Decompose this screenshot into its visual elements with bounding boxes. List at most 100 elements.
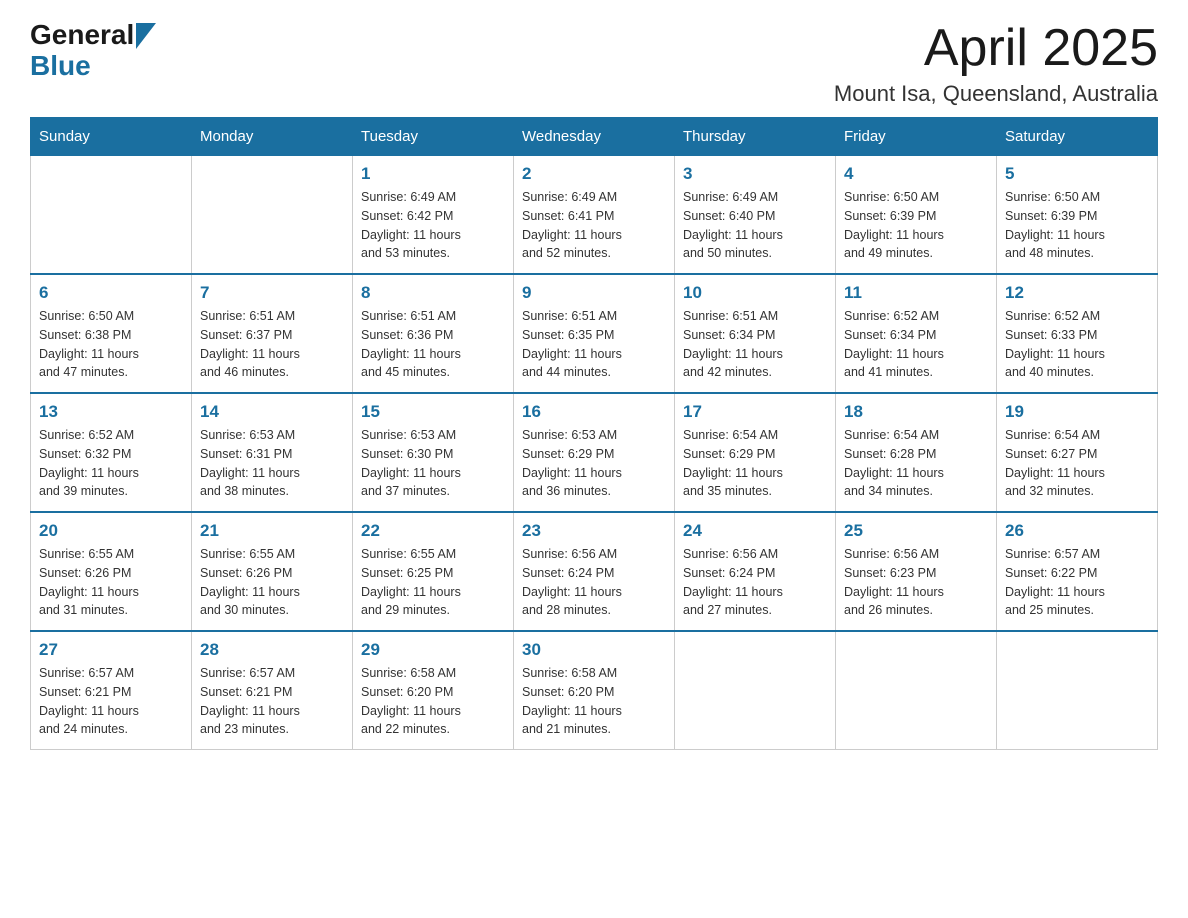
- calendar-table: SundayMondayTuesdayWednesdayThursdayFrid…: [30, 117, 1158, 750]
- day-number: 25: [844, 521, 988, 541]
- calendar-cell: 14 Sunrise: 6:53 AMSunset: 6:31 PMDayligh…: [192, 393, 353, 512]
- day-number: 27: [39, 640, 183, 660]
- day-info: Sunrise: 6:56 AMSunset: 6:24 PMDaylight:…: [683, 545, 827, 620]
- day-number: 30: [522, 640, 666, 660]
- day-info: Sunrise: 6:53 AMSunset: 6:31 PMDaylight:…: [200, 426, 344, 501]
- day-number: 23: [522, 521, 666, 541]
- calendar-cell: 8Sunrise: 6:51 AMSunset: 6:36 PMDaylight…: [353, 274, 514, 393]
- calendar-week-row: 13Sunrise: 6:52 AMSunset: 6:32 PMDayligh…: [31, 393, 1158, 512]
- day-number: 6: [39, 283, 183, 303]
- calendar-cell: 10 Sunrise: 6:51 AMSunset: 6:34 PMDayligh…: [675, 274, 836, 393]
- month-title: April 2025: [834, 20, 1158, 77]
- calendar-cell: 7 Sunrise: 6:51 AMSunset: 6:37 PMDaylight…: [192, 274, 353, 393]
- calendar-cell: 25 Sunrise: 6:56 AMSunset: 6:23 PMDayligh…: [836, 512, 997, 631]
- calendar-header-saturday: Saturday: [997, 118, 1158, 156]
- calendar-header-wednesday: Wednesday: [514, 118, 675, 156]
- calendar-cell: 5Sunrise: 6:50 AMSunset: 6:39 PMDaylight…: [997, 156, 1158, 275]
- day-number: 17: [683, 402, 827, 422]
- calendar-header-tuesday: Tuesday: [353, 118, 514, 156]
- day-info: Sunrise: 6:49 AMSunset: 6:41 PMDaylight:…: [522, 188, 666, 263]
- day-number: 4: [844, 164, 988, 184]
- day-info: Sunrise: 6:50 AMSunset: 6:39 PMDaylight:…: [844, 188, 988, 263]
- day-number: 2: [522, 164, 666, 184]
- day-info: Sunrise: 6:55 AMSunset: 6:26 PMDaylight:…: [200, 545, 344, 620]
- day-number: 19: [1005, 402, 1149, 422]
- calendar-cell: 2 Sunrise: 6:49 AMSunset: 6:41 PMDaylight…: [514, 156, 675, 275]
- day-info: Sunrise: 6:49 AMSunset: 6:42 PMDaylight:…: [361, 188, 505, 263]
- day-info: Sunrise: 6:58 AMSunset: 6:20 PMDaylight:…: [361, 664, 505, 739]
- calendar-cell: [836, 631, 997, 750]
- day-info: Sunrise: 6:51 AMSunset: 6:37 PMDaylight:…: [200, 307, 344, 382]
- day-number: 1: [361, 164, 505, 184]
- calendar-cell: 29Sunrise: 6:58 AMSunset: 6:20 PMDayligh…: [353, 631, 514, 750]
- logo-general: General: [30, 20, 134, 51]
- day-info: Sunrise: 6:52 AMSunset: 6:34 PMDaylight:…: [844, 307, 988, 382]
- calendar-cell: 20Sunrise: 6:55 AMSunset: 6:26 PMDayligh…: [31, 512, 192, 631]
- calendar-cell: 27 Sunrise: 6:57 AMSunset: 6:21 PMDayligh…: [31, 631, 192, 750]
- day-info: Sunrise: 6:58 AMSunset: 6:20 PMDaylight:…: [522, 664, 666, 739]
- day-info: Sunrise: 6:57 AMSunset: 6:21 PMDaylight:…: [200, 664, 344, 739]
- day-info: Sunrise: 6:57 AMSunset: 6:22 PMDaylight:…: [1005, 545, 1149, 620]
- day-info: Sunrise: 6:49 AMSunset: 6:40 PMDaylight:…: [683, 188, 827, 263]
- calendar-header-monday: Monday: [192, 118, 353, 156]
- location: Mount Isa, Queensland, Australia: [834, 81, 1158, 107]
- calendar-header-sunday: Sunday: [31, 118, 192, 156]
- day-number: 18: [844, 402, 988, 422]
- day-number: 28: [200, 640, 344, 660]
- calendar-cell: [675, 631, 836, 750]
- day-info: Sunrise: 6:50 AMSunset: 6:39 PMDaylight:…: [1005, 188, 1149, 263]
- day-number: 11: [844, 283, 988, 303]
- day-info: Sunrise: 6:51 AMSunset: 6:35 PMDaylight:…: [522, 307, 666, 382]
- day-info: Sunrise: 6:50 AMSunset: 6:38 PMDaylight:…: [39, 307, 183, 382]
- calendar-week-row: 6 Sunrise: 6:50 AMSunset: 6:38 PMDaylight…: [31, 274, 1158, 393]
- logo-blue: Blue: [30, 51, 156, 82]
- day-number: 24: [683, 521, 827, 541]
- day-number: 10: [683, 283, 827, 303]
- calendar-cell: 4 Sunrise: 6:50 AMSunset: 6:39 PMDaylight…: [836, 156, 997, 275]
- day-info: Sunrise: 6:57 AMSunset: 6:21 PMDaylight:…: [39, 664, 183, 739]
- calendar-cell: 17 Sunrise: 6:54 AMSunset: 6:29 PMDayligh…: [675, 393, 836, 512]
- calendar-week-row: 27 Sunrise: 6:57 AMSunset: 6:21 PMDayligh…: [31, 631, 1158, 750]
- day-number: 22: [361, 521, 505, 541]
- calendar-cell: 15 Sunrise: 6:53 AMSunset: 6:30 PMDayligh…: [353, 393, 514, 512]
- calendar-cell: 30 Sunrise: 6:58 AMSunset: 6:20 PMDayligh…: [514, 631, 675, 750]
- day-number: 7: [200, 283, 344, 303]
- calendar-cell: 12Sunrise: 6:52 AMSunset: 6:33 PMDayligh…: [997, 274, 1158, 393]
- calendar-header-thursday: Thursday: [675, 118, 836, 156]
- calendar-cell: 6 Sunrise: 6:50 AMSunset: 6:38 PMDaylight…: [31, 274, 192, 393]
- day-info: Sunrise: 6:56 AMSunset: 6:24 PMDaylight:…: [522, 545, 666, 620]
- calendar-cell: 1 Sunrise: 6:49 AMSunset: 6:42 PMDaylight…: [353, 156, 514, 275]
- page-header: General Blue April 2025 Mount Isa, Queen…: [30, 20, 1158, 107]
- day-info: Sunrise: 6:51 AMSunset: 6:34 PMDaylight:…: [683, 307, 827, 382]
- calendar-cell: 21Sunrise: 6:55 AMSunset: 6:26 PMDayligh…: [192, 512, 353, 631]
- logo-triangle-icon: [136, 23, 156, 49]
- calendar-cell: 23 Sunrise: 6:56 AMSunset: 6:24 PMDayligh…: [514, 512, 675, 631]
- calendar-cell: 11 Sunrise: 6:52 AMSunset: 6:34 PMDayligh…: [836, 274, 997, 393]
- calendar-header-friday: Friday: [836, 118, 997, 156]
- day-number: 9: [522, 283, 666, 303]
- day-info: Sunrise: 6:54 AMSunset: 6:28 PMDaylight:…: [844, 426, 988, 501]
- calendar-header-row: SundayMondayTuesdayWednesdayThursdayFrid…: [31, 118, 1158, 156]
- day-number: 15: [361, 402, 505, 422]
- calendar-cell: [31, 156, 192, 275]
- logo: General Blue: [30, 20, 156, 82]
- calendar-cell: [997, 631, 1158, 750]
- calendar-cell: 26Sunrise: 6:57 AMSunset: 6:22 PMDayligh…: [997, 512, 1158, 631]
- day-number: 20: [39, 521, 183, 541]
- day-info: Sunrise: 6:54 AMSunset: 6:29 PMDaylight:…: [683, 426, 827, 501]
- calendar-week-row: 1 Sunrise: 6:49 AMSunset: 6:42 PMDaylight…: [31, 156, 1158, 275]
- calendar-cell: 18 Sunrise: 6:54 AMSunset: 6:28 PMDayligh…: [836, 393, 997, 512]
- calendar-week-row: 20 Sunrise: 6:55 AMSunset: 6:26 PMDayligh…: [31, 512, 1158, 631]
- day-info: Sunrise: 6:52 AMSunset: 6:32 PMDaylight:…: [39, 426, 183, 501]
- title-section: April 2025 Mount Isa, Queensland, Austra…: [834, 20, 1158, 107]
- day-number: 3: [683, 164, 827, 184]
- day-info: Sunrise: 6:51 AMSunset: 6:36 PMDaylight:…: [361, 307, 505, 382]
- day-number: 14: [200, 402, 344, 422]
- day-info: Sunrise: 6:53 AMSunset: 6:30 PMDaylight:…: [361, 426, 505, 501]
- logo-text: General Blue: [30, 20, 156, 82]
- day-info: Sunrise: 6:56 AMSunset: 6:23 PMDaylight:…: [844, 545, 988, 620]
- calendar-cell: 16Sunrise: 6:53 AMSunset: 6:29 PMDayligh…: [514, 393, 675, 512]
- calendar-cell: 3 Sunrise: 6:49 AMSunset: 6:40 PMDaylight…: [675, 156, 836, 275]
- calendar-cell: 13Sunrise: 6:52 AMSunset: 6:32 PMDayligh…: [31, 393, 192, 512]
- day-number: 16: [522, 402, 666, 422]
